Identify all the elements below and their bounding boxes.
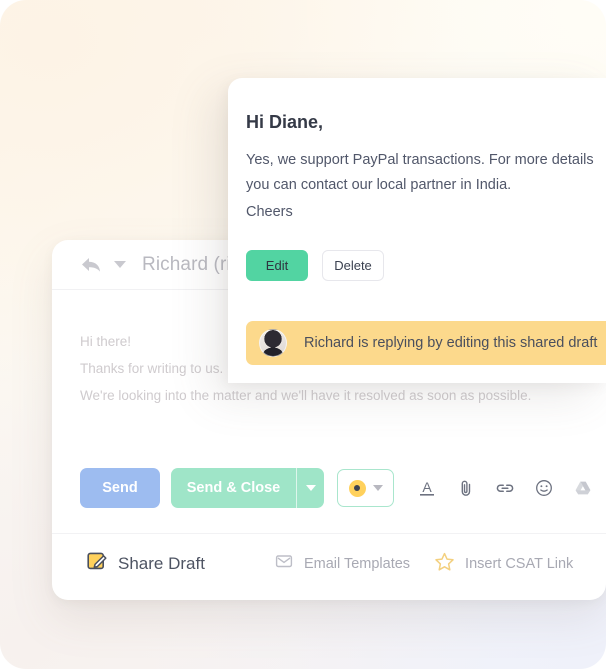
chevron-down-icon[interactable]: [114, 261, 126, 268]
google-drive-icon[interactable]: [572, 477, 594, 499]
insert-csat-link-label: Insert CSAT Link: [465, 555, 574, 572]
draft-button-group: Edit Delete: [246, 250, 384, 281]
paperclip-icon[interactable]: [455, 477, 477, 499]
status-selector[interactable]: [337, 469, 394, 507]
send-button[interactable]: Send: [80, 468, 160, 508]
draft-signoff: Cheers: [246, 204, 293, 220]
share-draft-label: Share Draft: [118, 553, 205, 573]
composer-toolbar: Send Send & Close A: [52, 460, 606, 516]
user-avatar: [259, 329, 287, 357]
draft-greeting: Hi Diane,: [246, 112, 324, 132]
emoji-icon[interactable]: [533, 477, 555, 499]
star-icon: [434, 551, 455, 577]
quoted-line-3: We're looking into the matter and we'll …: [80, 388, 532, 403]
app-canvas: Richard (ric Hi there! Thanks for writin…: [0, 0, 606, 669]
edit-square-icon: [86, 550, 108, 577]
draft-paragraph-line-1: Yes, we support PayPal transactions. For…: [246, 152, 594, 168]
text-format-icon[interactable]: A: [416, 477, 438, 499]
delete-button[interactable]: Delete: [322, 250, 384, 281]
shared-draft-notice: Richard is replying by editing this shar…: [246, 321, 606, 365]
insert-csat-link-button[interactable]: Insert CSAT Link: [434, 551, 573, 577]
edit-button[interactable]: Edit: [246, 250, 308, 281]
svg-text:A: A: [422, 479, 432, 495]
shared-draft-card: Hi Diane, Yes, we support PayPal transac…: [228, 78, 606, 383]
composer-recipient: Richard (ric: [142, 253, 241, 275]
chevron-down-icon: [305, 485, 316, 491]
send-and-close-group: Send & Close: [171, 468, 324, 508]
draft-paragraph: Yes, we support PayPal transactions. For…: [246, 148, 606, 198]
link-icon[interactable]: [494, 477, 516, 499]
share-draft-button[interactable]: Share Draft: [86, 550, 205, 577]
formatting-icon-row: A: [416, 477, 606, 499]
draft-paragraph-line-2: you can contact our local partner in Ind…: [246, 177, 512, 193]
chevron-down-icon: [372, 485, 383, 491]
envelope-icon: [274, 551, 294, 576]
status-dot-icon: [348, 479, 366, 497]
email-templates-label: Email Templates: [303, 555, 411, 572]
composer-action-row: Share Draft Email Templates Insert CSAT …: [52, 533, 606, 593]
email-templates-button[interactable]: Email Templates: [274, 551, 410, 576]
send-and-close-dropdown-button[interactable]: [296, 468, 324, 508]
send-and-close-button[interactable]: Send & Close: [171, 468, 296, 508]
reply-arrow-icon[interactable]: [80, 255, 102, 275]
shared-draft-notice-text: Richard is replying by editing this shar…: [304, 335, 598, 351]
